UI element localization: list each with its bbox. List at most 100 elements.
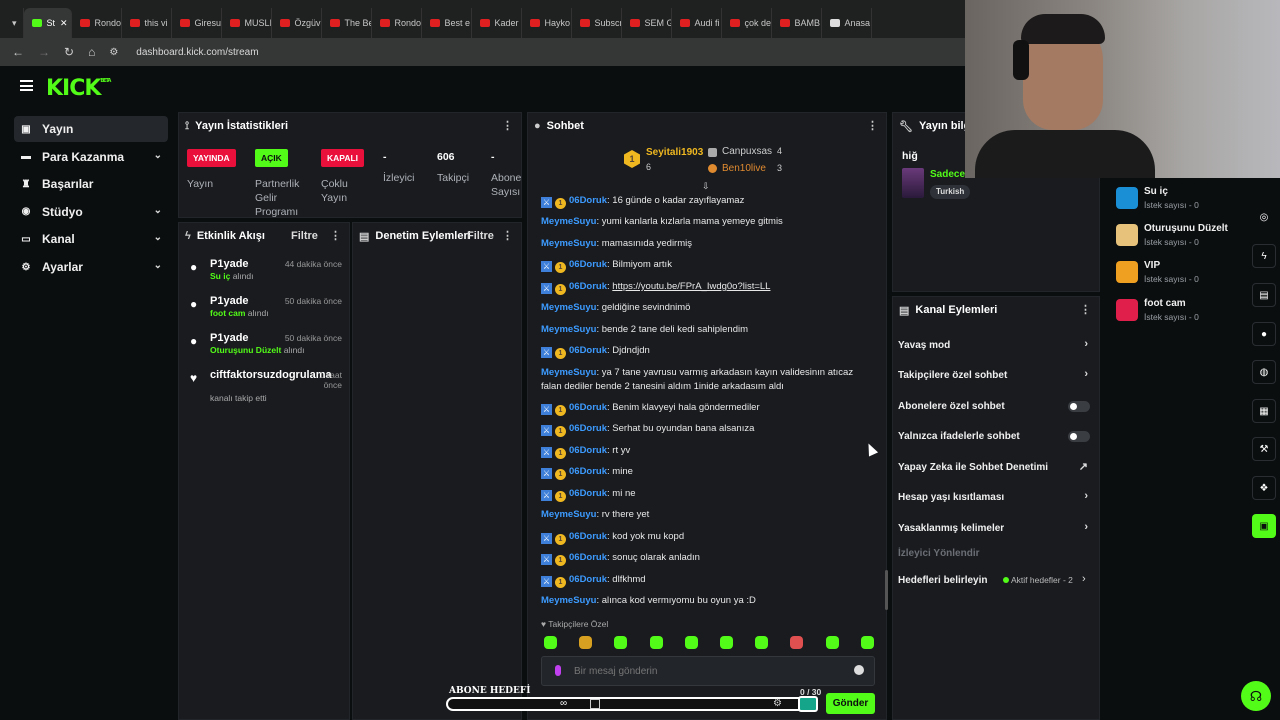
reward-icon[interactable] — [1116, 224, 1138, 246]
feed-username[interactable]: P1yade — [210, 295, 249, 307]
sidebar-item-5[interactable]: ⚙ Ayarlar ⌄ — [14, 254, 168, 280]
reload-icon[interactable]: ↻ — [64, 45, 74, 59]
chat-username[interactable]: 06Doruk — [569, 402, 607, 413]
emote-icon[interactable] — [614, 636, 628, 649]
send-button[interactable]: Gönder — [826, 693, 875, 714]
browser-tab[interactable]: Best e — [422, 8, 472, 38]
channel-action-4[interactable]: Yapay Zeka ile Sohbet Denetimi ↗ — [898, 456, 1090, 478]
channel-action-0[interactable]: Yavaş mod › — [898, 334, 1090, 356]
stats-menu-icon[interactable]: ⋮ — [502, 119, 513, 132]
tab-list-button[interactable]: ▾ — [6, 8, 24, 38]
help-button[interactable]: ☊ — [1241, 681, 1271, 711]
emote-icon[interactable] — [790, 636, 804, 649]
url-field[interactable]: dashboard.kick.com/stream — [136, 47, 258, 58]
chevron-down-icon[interactable]: ⌄ — [154, 260, 162, 271]
chat-username[interactable]: 06Doruk — [569, 345, 607, 356]
chat-username[interactable]: 06Doruk — [569, 195, 607, 206]
chat-message-input[interactable] — [574, 663, 834, 679]
document-icon[interactable]: ▤ — [1252, 283, 1276, 307]
browser-tab[interactable]: Giresu — [172, 8, 222, 38]
sidebar-item-0[interactable]: ▣ Yayın — [14, 116, 168, 142]
browser-tab[interactable]: Audi fi — [672, 8, 722, 38]
clapper-icon[interactable]: ▣ — [1252, 514, 1276, 538]
set-goals-button[interactable]: Hedefleri belirleyin — [898, 575, 987, 586]
chevron-down-icon[interactable]: ⌄ — [154, 205, 162, 216]
lightning-icon[interactable]: ϟ — [1252, 244, 1276, 268]
chevron-down-icon[interactable]: ⌄ — [154, 232, 162, 243]
chevron-right-icon[interactable]: › — [1084, 490, 1088, 502]
chat-username[interactable]: 06Doruk — [569, 531, 607, 542]
chat-username[interactable]: 06Doruk — [569, 259, 607, 270]
kick-logo[interactable]: KICK BETA — [46, 76, 111, 101]
channel-action-2[interactable]: Abonelere özel sohbet — [898, 395, 1090, 417]
chat-username[interactable]: MeymeSuyu — [541, 302, 596, 313]
browser-tab[interactable]: SEM G — [622, 8, 672, 38]
browser-tab[interactable]: Anasa — [822, 8, 872, 38]
chat-username[interactable]: 06Doruk — [569, 423, 607, 434]
reward-title[interactable]: Oturuşunu Düzelt — [1144, 223, 1228, 234]
chevron-right-icon[interactable]: › — [1082, 573, 1086, 585]
chat-username[interactable]: MeymeSuyu — [541, 324, 596, 335]
nodes-icon[interactable]: ❖ — [1252, 476, 1276, 500]
browser-tab[interactable]: BAMB — [772, 8, 822, 38]
leaderboard-third-name[interactable]: Ben10live — [722, 163, 766, 174]
chat-username[interactable]: 06Doruk — [569, 574, 607, 585]
chat-username[interactable]: 06Doruk — [569, 552, 607, 563]
reward-icon[interactable] — [1116, 261, 1138, 283]
channel-actions-menu-icon[interactable]: ⋮ — [1080, 303, 1091, 316]
layout-icon[interactable]: ▦ — [1252, 399, 1276, 423]
browser-tab[interactable]: Subscr — [572, 8, 622, 38]
chat-username[interactable]: MeymeSuyu — [541, 509, 596, 520]
chevron-right-icon[interactable]: › — [1084, 521, 1088, 533]
chat-username[interactable]: MeymeSuyu — [541, 367, 596, 378]
emote-icon[interactable] — [720, 636, 733, 649]
chat-icon[interactable]: ● — [1252, 322, 1276, 346]
emote-icon[interactable] — [860, 636, 874, 649]
sidebar-item-3[interactable]: ◉ Stüdyo ⌄ — [14, 199, 168, 225]
chat-username[interactable]: 06Doruk — [569, 488, 607, 499]
site-info-icon[interactable]: ⚙ — [109, 47, 118, 58]
emoji-icon[interactable] — [854, 665, 864, 675]
chat-username[interactable]: MeymeSuyu — [541, 216, 596, 227]
settings-icon[interactable]: ⚙ — [773, 698, 782, 709]
reward-icon[interactable] — [1116, 187, 1138, 209]
back-icon[interactable]: ← — [12, 45, 24, 59]
sidebar-item-4[interactable]: ▭ Kanal ⌄ — [14, 226, 168, 252]
browser-tab[interactable]: çok de — [722, 8, 772, 38]
chat-username[interactable]: MeymeSuyu — [541, 238, 596, 249]
chat-username[interactable]: 06Doruk — [569, 445, 607, 456]
chat-link[interactable]: https://youtu.be/FPrA_Iwdg0o?list=LL — [612, 281, 770, 292]
toggle-switch[interactable] — [1068, 401, 1090, 412]
microphone-icon[interactable] — [555, 665, 561, 676]
browser-tab[interactable]: Kader — [472, 8, 522, 38]
chat-username[interactable]: MeymeSuyu — [541, 595, 596, 606]
chat-scrollbar[interactable] — [885, 570, 888, 610]
sidebar-item-2[interactable]: ♜ Başarılar — [14, 171, 168, 197]
feed-username[interactable]: P1yade — [210, 258, 249, 270]
emote-icon[interactable] — [684, 636, 698, 649]
close-icon[interactable]: ✕ — [60, 18, 68, 29]
moderation-filter-button[interactable]: Filtre — [467, 230, 494, 242]
sidebar-item-1[interactable]: ▬ Para Kazanma ⌄ — [14, 144, 168, 170]
chevron-right-icon[interactable]: › — [1084, 338, 1088, 350]
external-link-icon[interactable]: ↗ — [1079, 460, 1088, 473]
feed-username[interactable]: P1yade — [210, 332, 249, 344]
channel-action-3[interactable]: Yalnızca ifadelerle sohbet — [898, 425, 1090, 447]
wrench-icon[interactable]: ⚒ — [1252, 437, 1276, 461]
browser-tab[interactable]: MUSLI — [222, 8, 272, 38]
chat-input-box[interactable] — [541, 656, 875, 686]
emote-icon[interactable] — [755, 636, 769, 649]
browser-tab[interactable]: St ✕ — [23, 8, 72, 38]
emote-icon[interactable] — [825, 636, 839, 649]
browser-tab[interactable]: Rondo — [72, 8, 122, 38]
home-icon[interactable]: ⌂ — [88, 45, 95, 59]
chevron-right-icon[interactable]: › — [1084, 368, 1088, 380]
reward-title[interactable]: foot cam — [1144, 298, 1186, 309]
toggle-switch[interactable] — [1068, 431, 1090, 442]
emote-icon[interactable] — [544, 636, 557, 649]
chat-username[interactable]: 06Doruk — [569, 281, 607, 292]
reward-icon[interactable] — [1116, 299, 1138, 321]
collapse-pinned-icon[interactable]: ⇩ — [702, 181, 710, 192]
activity-filter-button[interactable]: Filtre — [291, 230, 318, 242]
reward-title[interactable]: Su iç — [1144, 186, 1168, 197]
